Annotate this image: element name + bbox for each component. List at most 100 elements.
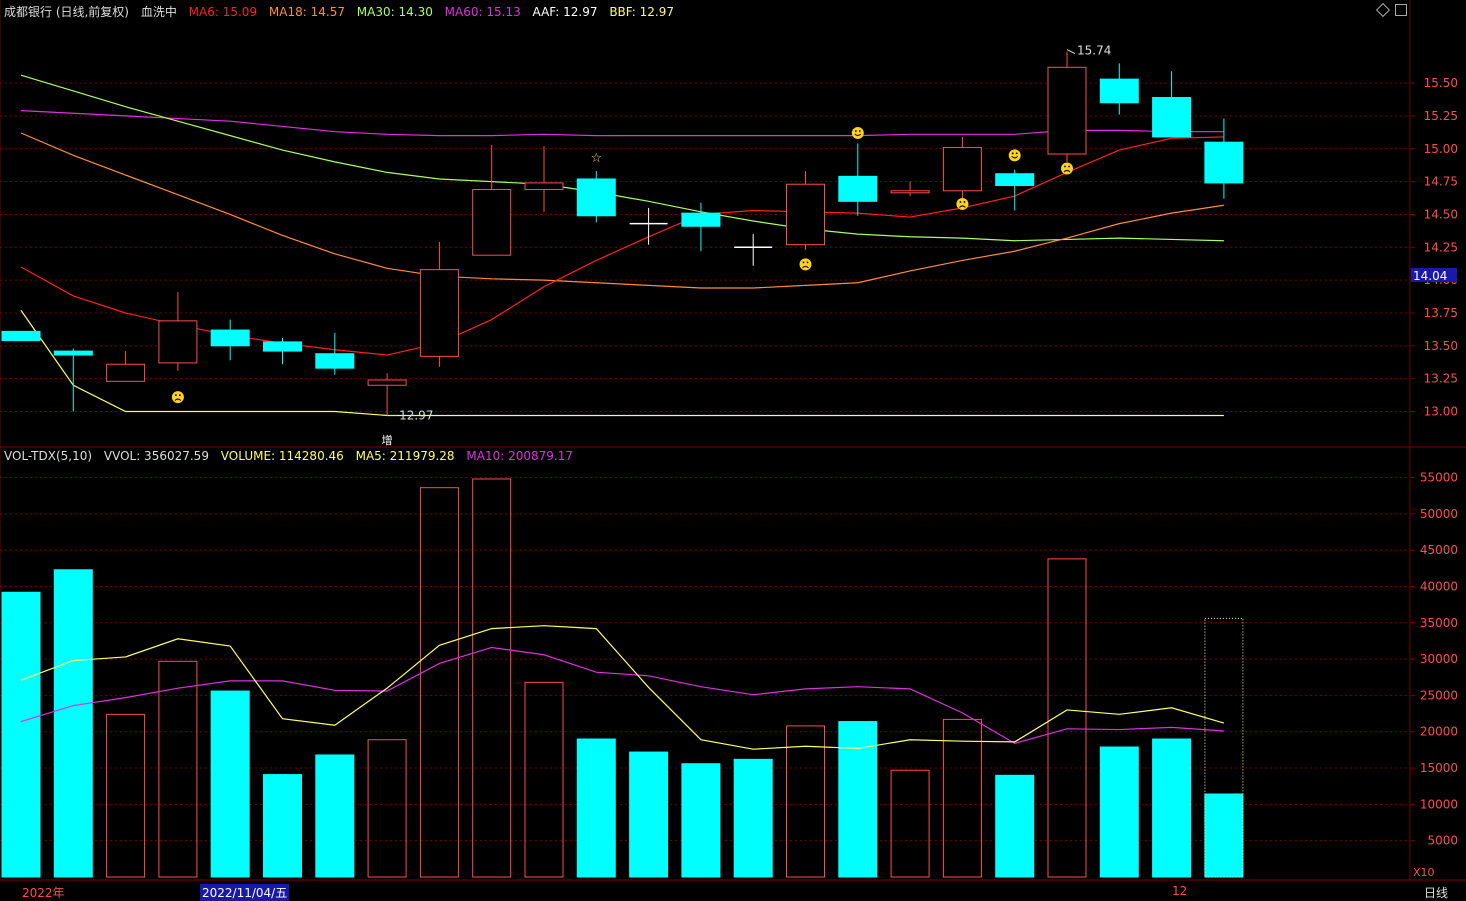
volume-bar-up — [419, 487, 459, 878]
high-price-pointer — [1066, 49, 1076, 54]
face-eye — [1015, 152, 1018, 155]
volume-tick-label: 55000 — [1420, 471, 1458, 485]
volume-tick-label: 50000 — [1420, 507, 1458, 521]
sad-face-icon — [1061, 162, 1073, 175]
volume-bar-down — [995, 774, 1035, 878]
candle-up — [942, 146, 982, 192]
price-panel-header: 成都银行 (日线,前复权) 血洗中 MA6: 15.09 MA18: 14.57… — [4, 3, 682, 20]
face-eye — [802, 261, 805, 264]
signal-text-marker: 增 — [382, 433, 393, 447]
ma6-value: MA6: 15.09 — [188, 5, 258, 19]
vol-indicator-title[interactable]: VOL-TDX(5,10) — [4, 449, 92, 463]
volume-bar-down — [263, 774, 302, 878]
volume-bar-down — [315, 754, 355, 878]
selected-date-label[interactable]: 2022/11/04/五 — [200, 884, 290, 901]
volume-bar-down — [629, 751, 669, 878]
candle-down — [1204, 141, 1244, 184]
volume-tick-label: 20000 — [1420, 725, 1458, 739]
candle-up — [158, 320, 198, 364]
volume-bar-up — [890, 769, 930, 878]
candle-down — [1, 330, 41, 342]
volume-ma5-line — [20, 625, 1225, 750]
volume-bar-down — [681, 763, 721, 878]
candle-up — [1047, 66, 1087, 155]
candle-down — [681, 212, 721, 227]
face-eye — [1068, 165, 1070, 168]
candle-down — [210, 329, 250, 347]
price-tick-label: 13.25 — [1424, 372, 1458, 386]
ma60-value: MA60: 15.13 — [444, 5, 521, 19]
ma30-line — [20, 74, 1224, 242]
volume-tick-label: 15000 — [1420, 761, 1458, 775]
candle-down — [263, 341, 302, 352]
indicator-name: 血洗中 — [140, 5, 177, 19]
volume-bar-up — [367, 739, 407, 878]
volume-bar-down — [210, 690, 250, 878]
price-tick-label: 14.50 — [1424, 207, 1458, 221]
volume-bar-down — [53, 569, 93, 878]
ma6-line — [20, 136, 1224, 356]
volume-bar-down — [838, 721, 878, 878]
sad-face-icon — [171, 391, 184, 404]
sad-face-icon — [956, 197, 969, 210]
period-label[interactable]: 日线 — [1424, 884, 1448, 901]
year-label: 2022年 — [22, 886, 65, 900]
face-eye — [806, 261, 809, 264]
price-tick-label: 15.25 — [1424, 109, 1458, 123]
bbf-value: BBF: 12.97 — [609, 5, 674, 19]
candle-up — [472, 188, 512, 256]
candle-down — [53, 350, 93, 356]
price-tick-label: 13.75 — [1424, 306, 1458, 320]
vvol-value: VVOL: 356027.59 — [103, 449, 209, 463]
face-eye — [858, 130, 861, 132]
face-eye — [959, 201, 962, 203]
volume-bar-down — [1, 591, 41, 878]
volume-bar-up — [942, 718, 982, 878]
current-price-label: 14.04 — [1413, 269, 1447, 283]
volume-multiplier-label: X10 — [1413, 866, 1435, 879]
price-tick-label: 14.75 — [1424, 175, 1458, 189]
vol-ma5-value: MA5: 211979.28 — [355, 449, 455, 463]
stock-title[interactable]: 成都银行 (日线,前复权) — [4, 5, 129, 19]
month-label: 12 — [1172, 884, 1188, 898]
aaf-value: AAF: 12.97 — [532, 5, 598, 19]
ma60-line — [20, 110, 1224, 137]
volume-tick-label: 40000 — [1420, 579, 1458, 593]
price-tick-label: 14.25 — [1424, 240, 1458, 254]
aaf-line — [20, 310, 1224, 417]
window-toggle-icon[interactable] — [1395, 4, 1407, 16]
face-eye — [1064, 165, 1066, 168]
volume-bar-up — [472, 478, 512, 878]
volume-tick-label: 5000 — [1427, 834, 1458, 848]
high-price-label: 15.74 — [1077, 44, 1111, 58]
candle-down — [315, 353, 355, 369]
volume-bar-down — [1204, 793, 1244, 878]
volume-bar-down — [576, 738, 616, 878]
candle-down — [576, 178, 616, 217]
face-eye — [179, 394, 181, 396]
face-eye — [963, 201, 966, 203]
candle-up — [524, 182, 564, 190]
volume-panel-header: VOL-TDX(5,10) VVOL: 356027.59 VOLUME: 11… — [4, 449, 581, 463]
volume-tick-label: 35000 — [1420, 616, 1458, 630]
happy-face-icon — [851, 126, 864, 139]
volume-tick-label: 45000 — [1420, 543, 1458, 557]
price-tick-label: 13.50 — [1424, 339, 1458, 353]
volume-tick-label: 30000 — [1420, 652, 1458, 666]
volume-bar-up — [786, 725, 825, 878]
candle-up — [106, 363, 146, 382]
ma30-value: MA30: 14.30 — [356, 5, 433, 19]
face-eye — [1011, 152, 1014, 155]
volume-tick-label: 10000 — [1420, 797, 1458, 811]
vol-ma10-value: MA10: 200879.17 — [466, 449, 573, 463]
volume-value: VOLUME: 114280.46 — [220, 449, 344, 463]
volume-tick-label: 25000 — [1420, 688, 1458, 702]
price-tick-label: 15.00 — [1424, 142, 1458, 156]
star-icon: ☆ — [590, 151, 602, 166]
volume-bar-down — [1152, 738, 1192, 878]
candle-down — [1152, 97, 1192, 138]
volume-bar-down — [733, 758, 773, 878]
ma18-line — [20, 132, 1224, 289]
face-eye — [175, 394, 177, 396]
candle-up — [786, 183, 825, 246]
